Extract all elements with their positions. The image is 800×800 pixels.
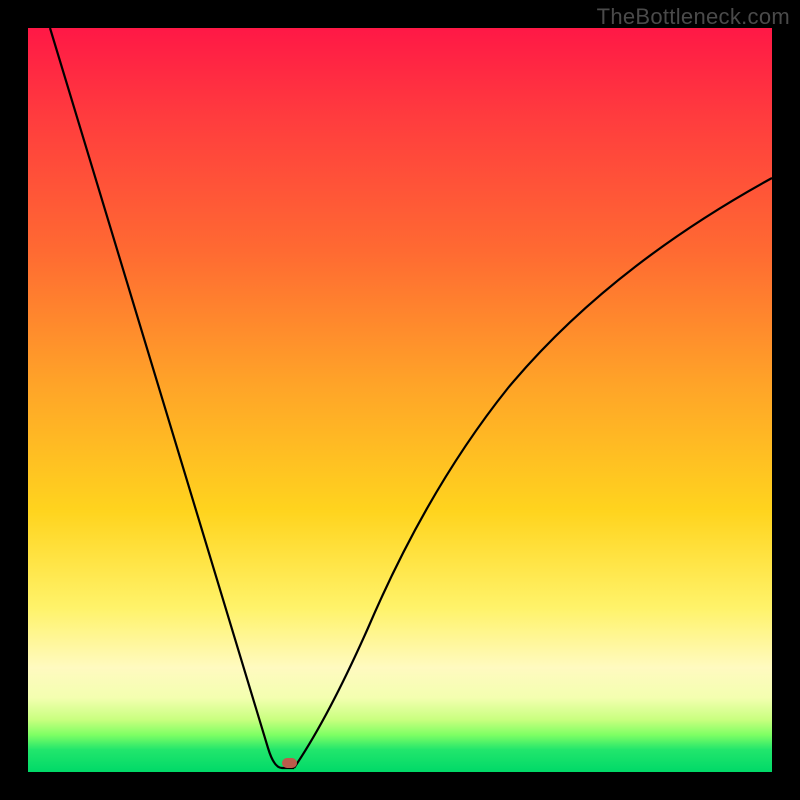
- curve-right-branch: [294, 178, 772, 768]
- curve-left-branch: [50, 28, 294, 768]
- watermark-text: TheBottleneck.com: [597, 4, 790, 30]
- curve-svg: [28, 28, 772, 772]
- chart-frame: TheBottleneck.com: [0, 0, 800, 800]
- optimum-marker: [282, 758, 297, 768]
- plot-area: [28, 28, 772, 772]
